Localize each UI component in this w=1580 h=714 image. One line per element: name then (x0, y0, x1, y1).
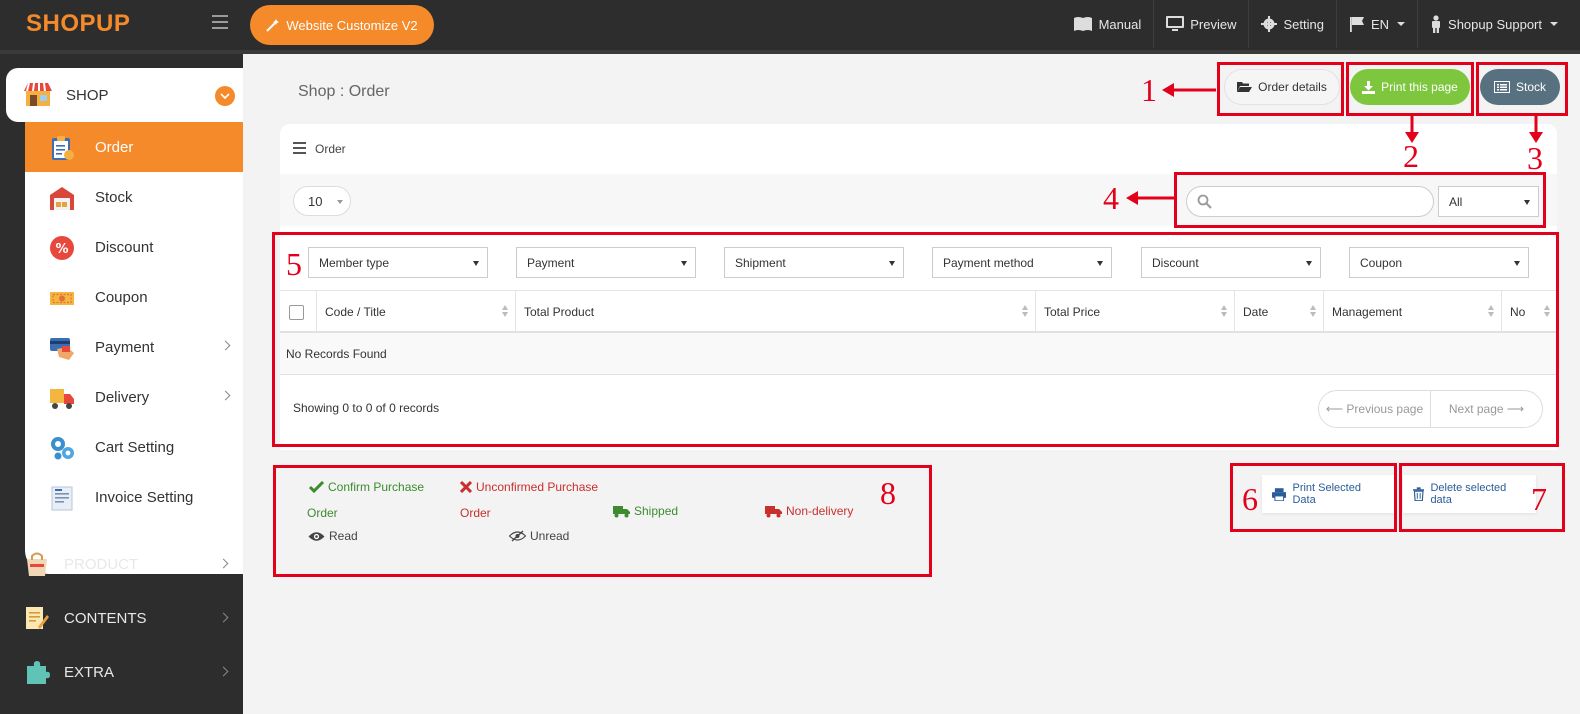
document-pencil-icon (26, 607, 49, 629)
annotation-number-8: 8 (880, 475, 896, 511)
language-label: EN (1370, 16, 1390, 32)
chevron-down-icon (337, 200, 343, 204)
percent-badge-icon: % (50, 236, 74, 260)
monitor-icon (1166, 16, 1185, 31)
annotation-number-2: 2 (1403, 138, 1419, 174)
annotation-arrow-4 (1126, 191, 1176, 205)
gears-icon (51, 437, 74, 460)
chevron-right-icon (218, 558, 229, 569)
sidebar-item-invoice-setting[interactable]: Invoice Setting (25, 472, 243, 522)
sidebar-item-label: Order (95, 138, 134, 156)
preview-link[interactable]: Preview (1154, 0, 1248, 48)
chevron-down-icon (1550, 22, 1558, 26)
sidebar-item-label: Delivery (95, 388, 150, 406)
panel-title: Order (315, 142, 346, 156)
language-dropdown[interactable]: EN (1337, 0, 1417, 48)
sidebar-shop-label: SHOP (66, 86, 109, 104)
annotation-box-2 (1346, 62, 1474, 116)
annotation-number-1: 1 (1141, 72, 1157, 108)
sidebar-item-label: PRODUCT (64, 555, 139, 573)
sidebar-item-label: Invoice Setting (95, 488, 194, 506)
annotation-arrow-2 (1405, 116, 1419, 143)
chevron-down-icon[interactable] (215, 86, 235, 106)
sidebar-item-label: EXTRA (64, 663, 115, 681)
order-clipboard-icon (52, 136, 74, 160)
annotation-box-3 (1476, 62, 1568, 116)
magic-wand-icon (266, 19, 280, 32)
sidebar-item-payment[interactable]: Payment (25, 322, 243, 372)
sidebar-item-label: Cart Setting (95, 438, 175, 456)
sidebar-item-shop[interactable]: SHOP (6, 68, 243, 122)
sidebar-item-label: Payment (95, 338, 155, 356)
page-title: Shop : Order (298, 83, 390, 100)
puzzle-icon (27, 661, 50, 684)
annotation-box-5 (272, 232, 1559, 447)
annotation-box-1 (1217, 62, 1344, 116)
page-length-value: 10 (308, 193, 323, 209)
setting-link[interactable]: Setting (1249, 0, 1335, 48)
annotation-number-7: 7 (1531, 481, 1547, 517)
manual-link[interactable]: Manual (1061, 0, 1154, 48)
credit-card-hand-icon (50, 338, 74, 360)
annotation-arrow-3 (1529, 116, 1543, 143)
setting-label: Setting (1283, 16, 1324, 32)
list-icon (293, 142, 306, 154)
shop-submenu: Order Stock % Discount Coupon Payment De… (25, 122, 243, 574)
sidebar: SHOP Order Stock % Discount Coupon Payme… (0, 54, 243, 714)
flag-icon (1349, 17, 1364, 32)
sidebar-item-label: CONTENTS (64, 609, 147, 627)
sidebar-item-label: Stock (95, 188, 133, 206)
annotation-box-8 (273, 465, 932, 577)
sidebar-item-cart-setting[interactable]: Cart Setting (25, 422, 243, 472)
storefront-icon (24, 82, 52, 106)
sidebar-item-coupon[interactable]: Coupon (25, 272, 243, 322)
sidebar-item-extra[interactable]: EXTRA (0, 645, 243, 699)
customize-label: Website Customize V2 (286, 17, 418, 33)
chevron-right-icon (220, 340, 231, 351)
warehouse-icon (50, 187, 74, 210)
annotation-number-5: 5 (286, 246, 302, 282)
annotation-number-3: 3 (1527, 140, 1543, 176)
delivery-truck-icon (50, 389, 74, 409)
gear-icon (1261, 16, 1278, 32)
annotation-number-4: 4 (1103, 180, 1119, 216)
coupon-ticket-icon (50, 292, 74, 305)
sidebar-item-delivery[interactable]: Delivery (25, 372, 243, 422)
page-length-select[interactable]: 10 (293, 186, 351, 216)
annotation-number-6: 6 (1242, 481, 1258, 517)
sidebar-item-stock[interactable]: Stock (25, 172, 243, 222)
shopping-bag-icon (27, 552, 47, 576)
shopup-logo[interactable]: SHOPUP (26, 10, 130, 38)
preview-label: Preview (1190, 16, 1237, 32)
sidebar-item-order[interactable]: Order (25, 122, 243, 172)
annotation-arrow-1 (1162, 83, 1216, 97)
book-icon (1073, 17, 1092, 31)
user-dropdown[interactable]: Shopup Support (1418, 0, 1570, 48)
invoice-icon (51, 486, 73, 511)
website-customize-button[interactable]: Website Customize V2 (250, 5, 434, 45)
menu-toggle-icon[interactable] (212, 15, 228, 29)
annotation-box-4 (1174, 172, 1546, 228)
user-label: Shopup Support (1448, 16, 1542, 32)
sidebar-item-discount[interactable]: % Discount (25, 222, 243, 272)
sidebar-item-label: Coupon (95, 288, 148, 306)
chevron-right-icon (218, 666, 229, 677)
sidebar-item-contents[interactable]: CONTENTS (0, 591, 243, 645)
top-bar: SHOPUP Website Customize V2 Manual Previ… (0, 0, 1580, 50)
sidebar-item-label: Discount (95, 238, 154, 256)
manual-label: Manual (1098, 16, 1142, 32)
panel-header: Order (280, 124, 1557, 174)
svg-text:%: % (55, 242, 68, 257)
top-right-nav: Manual Preview Setting EN Shopup Support (1061, 0, 1570, 48)
sidebar-item-product[interactable]: PRODUCT (0, 537, 243, 591)
chevron-down-icon (1397, 22, 1406, 26)
chevron-right-icon (220, 390, 231, 401)
chevron-right-icon (218, 612, 229, 623)
user-icon (1432, 15, 1441, 33)
